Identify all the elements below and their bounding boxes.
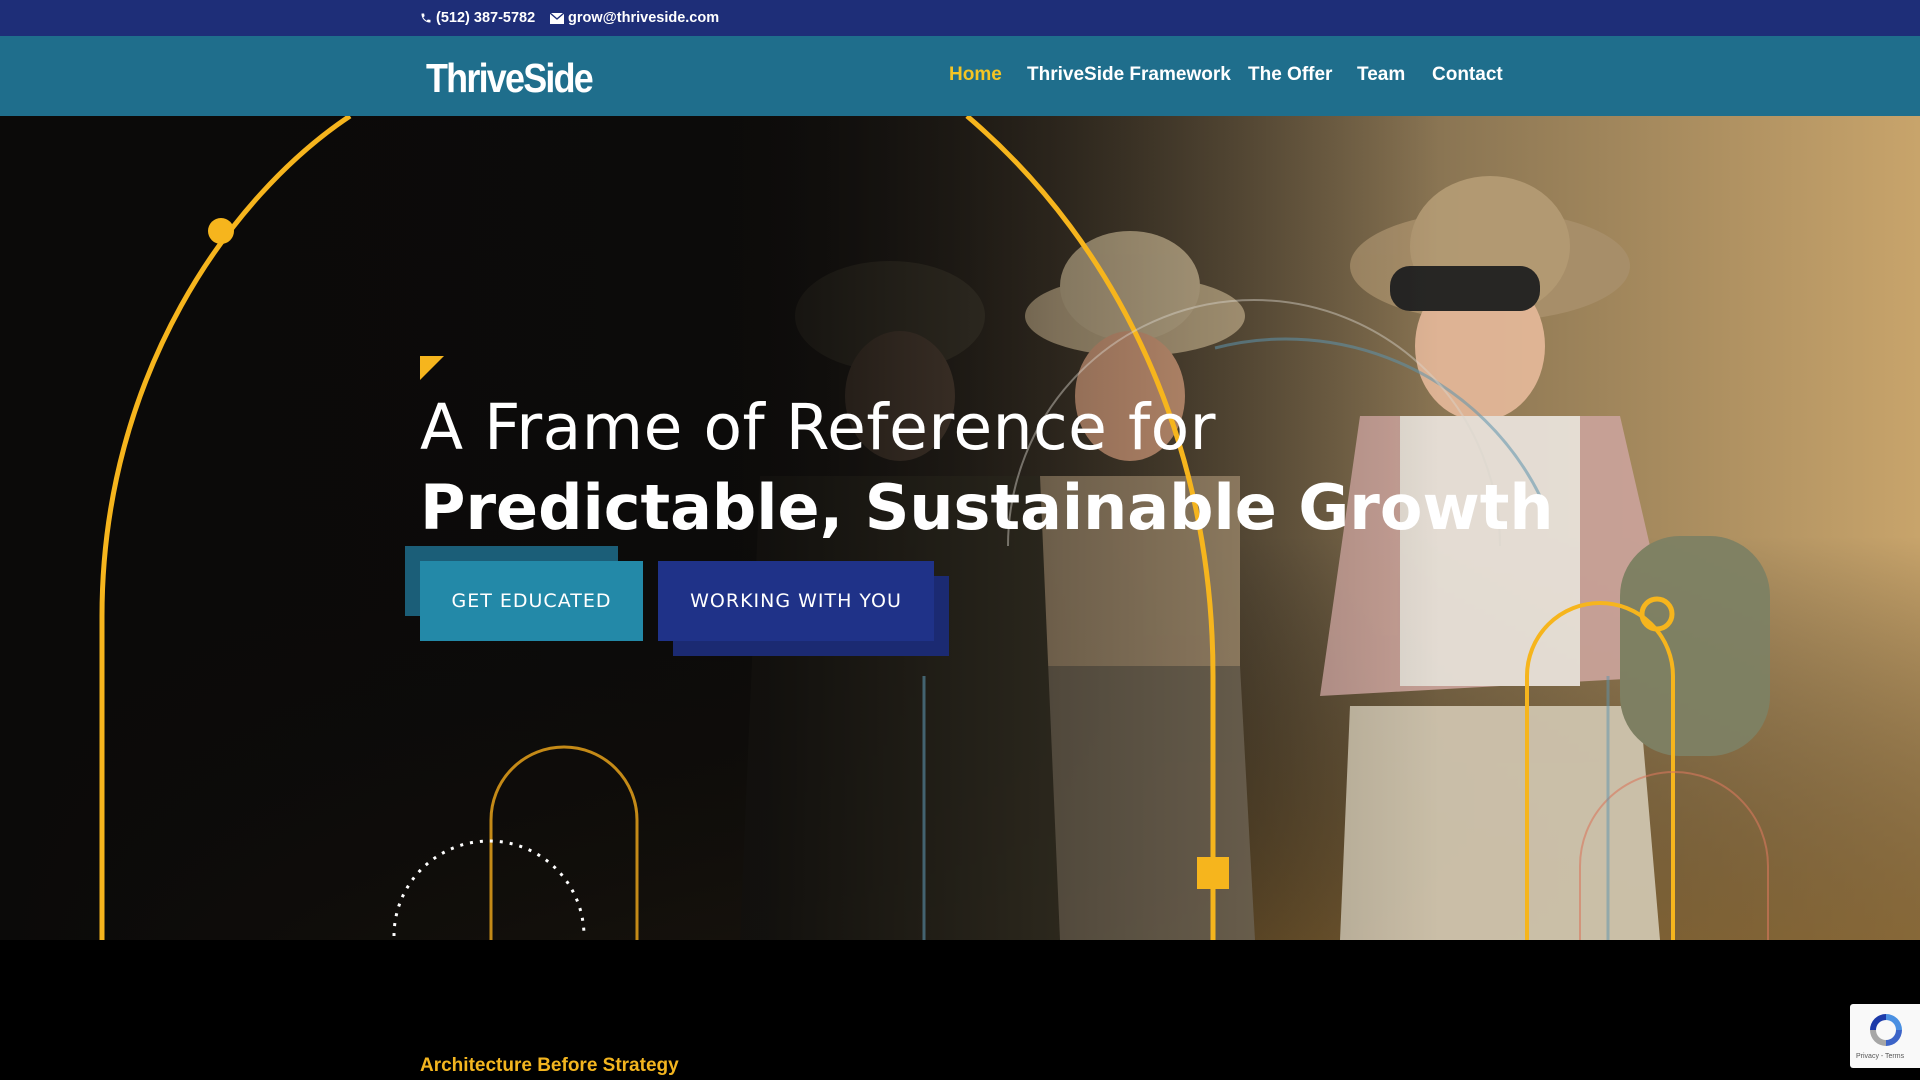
envelope-icon — [550, 12, 564, 24]
svg-text:ThriveSide: ThriveSide — [426, 55, 593, 100]
hero-heading-line1: A Frame of Reference for — [420, 391, 1217, 464]
get-educated-button[interactable]: GET EDUCATED — [420, 561, 643, 641]
nav-offer[interactable]: The Offer — [1248, 64, 1332, 86]
thriveside-logo[interactable]: ThriveSide — [426, 52, 596, 101]
recaptcha-icon — [1870, 1014, 1902, 1046]
hero-section: A Frame of Reference for Predictable, Su… — [0, 116, 1920, 940]
site-header: ThriveSide Home ThriveSide Framework The… — [0, 36, 1920, 116]
email-contact[interactable]: grow@thriveside.com — [550, 0, 719, 36]
hero-heading-line2: Predictable, Sustainable Growth — [420, 471, 1554, 544]
nav-contact[interactable]: Contact — [1432, 64, 1503, 86]
nav-home[interactable]: Home — [949, 64, 1002, 86]
recaptcha-links[interactable]: Privacy - Terms — [1856, 1053, 1904, 1060]
working-with-you-button[interactable]: WORKING WITH YOU — [658, 561, 934, 641]
recaptcha-badge[interactable]: Privacy - Terms — [1850, 1004, 1920, 1068]
phone-contact[interactable]: (512) 387-5782 — [420, 0, 535, 36]
top-contact-bar: (512) 387-5782 grow@thriveside.com — [0, 0, 1920, 36]
intro-section: Architecture Before Strategy — [0, 940, 1920, 1080]
hero-heading: A Frame of Reference for Predictable, Su… — [420, 388, 1554, 548]
email-address: grow@thriveside.com — [568, 10, 720, 26]
nav-team[interactable]: Team — [1357, 64, 1405, 86]
phone-number: (512) 387-5782 — [436, 10, 536, 26]
phone-icon — [420, 12, 432, 24]
section-eyebrow: Architecture Before Strategy — [420, 1055, 679, 1076]
nav-framework[interactable]: ThriveSide Framework — [1027, 64, 1231, 86]
